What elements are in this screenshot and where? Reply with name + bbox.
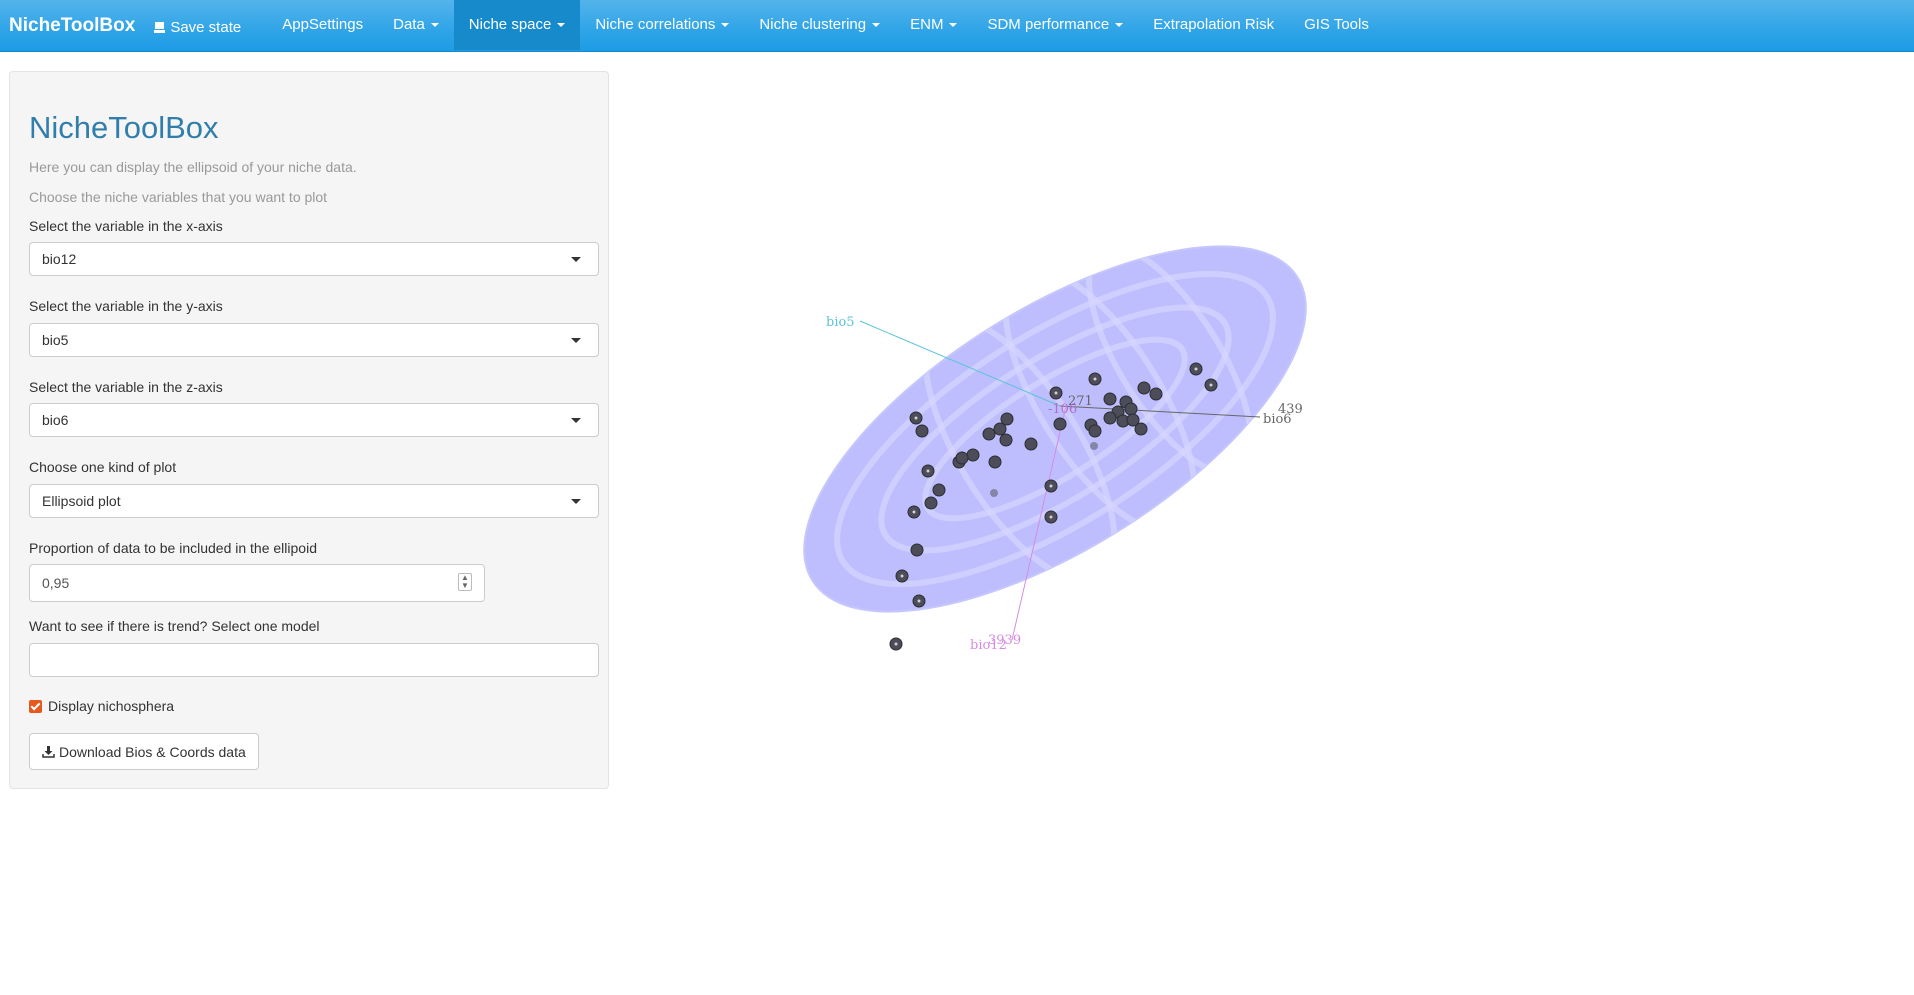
- download-button-label: Download Bios & Coords data: [59, 743, 246, 760]
- nav-niche-correlations-dropdown[interactable]: Niche correlations: [580, 0, 744, 50]
- proportion-label: Proportion of data to be included in the…: [29, 540, 317, 556]
- caret-down-icon: [1115, 22, 1124, 27]
- z-axis-selected-value: bio6: [42, 412, 69, 428]
- trend-model-input[interactable]: [29, 643, 599, 677]
- axis-label-bio5: bio5: [826, 315, 855, 330]
- nav-gis-tools[interactable]: GIS Tools: [1289, 0, 1384, 50]
- y-axis-selected-value: bio5: [42, 332, 69, 348]
- data-point: [932, 483, 946, 497]
- nav-niche-space-dropdown[interactable]: Niche space: [453, 0, 581, 50]
- nichosphera-checkbox[interactable]: [29, 699, 42, 713]
- data-point: [990, 489, 998, 497]
- data-point: [924, 496, 938, 510]
- trend-model-label: Want to see if there is trend? Select on…: [29, 618, 320, 634]
- tick-label-minus-106: -106: [1048, 402, 1077, 417]
- data-point: [1134, 422, 1148, 436]
- point-highlight: [912, 510, 916, 514]
- nav-niche-clustering-dropdown[interactable]: Niche clustering: [744, 0, 895, 50]
- point-highlight: [1054, 391, 1058, 395]
- brand-logo[interactable]: NicheToolBox: [0, 0, 145, 51]
- point-highlight: [900, 574, 904, 578]
- dropdown-arrow-icon: [571, 338, 581, 343]
- dropdown-arrow-icon: [571, 418, 581, 423]
- dropdown-arrow-icon: [571, 257, 581, 262]
- caret-down-icon: [872, 22, 881, 27]
- proportion-input[interactable]: 0,95 ▲ ▼: [29, 564, 485, 602]
- data-point: [1090, 442, 1098, 450]
- help-text-choose-variables: Choose the niche variables that you want…: [29, 189, 328, 205]
- caret-down-icon: [430, 22, 439, 27]
- x-axis-label: Select the variable in the x-axis: [29, 218, 223, 234]
- save-state-label: Save state: [170, 18, 242, 36]
- point-highlight: [894, 642, 898, 646]
- tick-label-439: 439: [1278, 402, 1303, 417]
- data-point: [1088, 424, 1102, 438]
- save-state-button[interactable]: Save state: [153, 2, 241, 53]
- caret-down-icon: [721, 22, 730, 27]
- data-point: [1103, 392, 1117, 406]
- z-axis-select[interactable]: bio6: [29, 403, 599, 437]
- ellipsoid-surface: [803, 243, 1307, 613]
- data-point: [966, 448, 980, 462]
- nav-appsettings[interactable]: AppSettings: [267, 0, 378, 50]
- number-spinner-icon[interactable]: ▲ ▼: [458, 573, 472, 591]
- proportion-value: 0,95: [42, 575, 70, 591]
- point-highlight: [914, 416, 918, 420]
- ellipsoid-plot[interactable]: bio5 bio6 bio12 3939 271 -106 439: [700, 180, 1380, 700]
- data-point: [910, 543, 924, 557]
- plot-type-select[interactable]: Ellipsoid plot: [29, 484, 599, 518]
- data-point: [1000, 412, 1014, 426]
- y-axis-label: Select the variable in the y-axis: [29, 298, 223, 314]
- save-icon: [154, 21, 166, 33]
- data-point: [955, 451, 969, 465]
- nav-extrapolation-risk[interactable]: Extrapolation Risk: [1138, 0, 1289, 50]
- z-axis-label: Select the variable in the z-axis: [29, 379, 223, 395]
- sidebar-panel: NicheToolBox Here you can display the el…: [9, 71, 609, 789]
- plot-type-label: Choose one kind of plot: [29, 459, 177, 475]
- data-point: [1103, 411, 1117, 425]
- point-highlight: [1093, 377, 1097, 381]
- help-text-ellipsoid: Here you can display the ellipsoid of yo…: [29, 159, 357, 175]
- data-point: [1053, 417, 1067, 431]
- dropdown-arrow-icon: [571, 499, 581, 504]
- nichosphera-label: Display nichosphera: [48, 698, 175, 714]
- nav-enm-dropdown[interactable]: ENM: [895, 0, 972, 50]
- nav-data-dropdown[interactable]: Data: [378, 0, 454, 50]
- caret-down-icon: [557, 22, 566, 27]
- data-point: [915, 424, 929, 438]
- nichosphera-row: Display nichosphera: [29, 698, 174, 714]
- data-point: [988, 455, 1002, 469]
- point-highlight: [926, 469, 930, 473]
- data-point: [1137, 381, 1151, 395]
- tick-label-3939: 3939: [988, 633, 1021, 648]
- point-highlight: [1194, 367, 1198, 371]
- point-highlight: [1209, 383, 1213, 387]
- download-bios-coords-button[interactable]: Download Bios & Coords data: [29, 733, 259, 770]
- x-axis-selected-value: bio12: [42, 251, 77, 267]
- download-icon: [42, 746, 55, 758]
- data-point: [1149, 387, 1163, 401]
- data-point: [999, 433, 1013, 447]
- x-axis-select[interactable]: bio12: [29, 242, 599, 276]
- point-highlight: [917, 599, 921, 603]
- nav-sdm-performance-dropdown[interactable]: SDM performance: [972, 0, 1138, 50]
- caret-down-icon: [949, 22, 958, 27]
- data-point: [1024, 437, 1038, 451]
- y-axis-select[interactable]: bio5: [29, 323, 599, 357]
- data-point: [1124, 402, 1138, 416]
- point-highlight: [1049, 484, 1053, 488]
- point-highlight: [1049, 515, 1053, 519]
- data-point: [982, 427, 996, 441]
- plot-type-selected-value: Ellipsoid plot: [42, 493, 121, 509]
- top-navbar: NicheToolBox Save state AppSettings Data…: [0, 0, 1914, 52]
- page-title: NicheToolBox: [29, 110, 219, 145]
